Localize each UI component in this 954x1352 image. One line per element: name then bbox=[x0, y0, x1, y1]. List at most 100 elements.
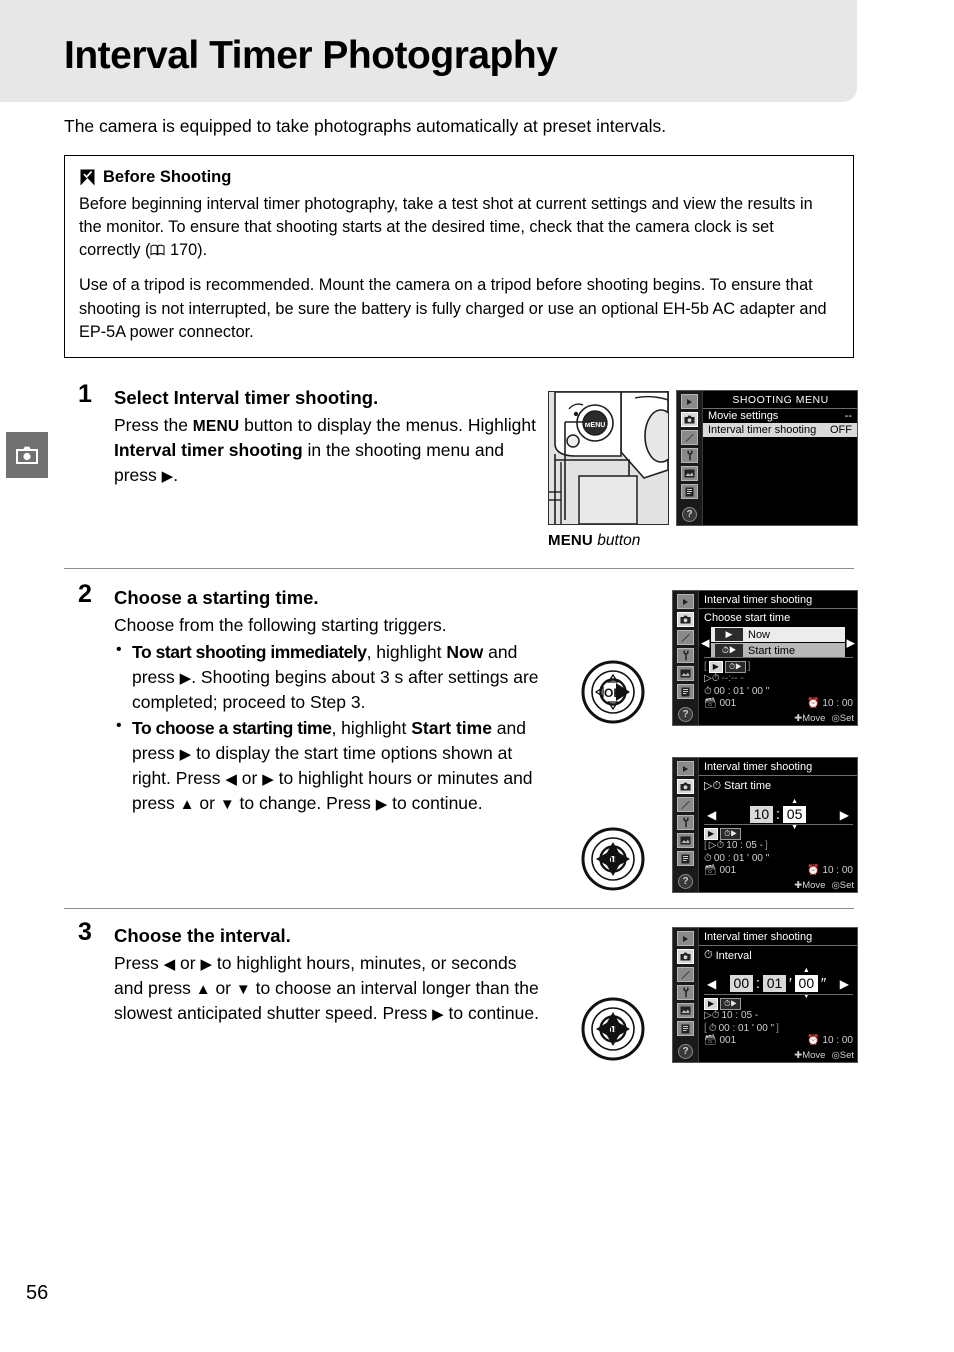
custom-settings-menu-icon[interactable] bbox=[677, 797, 694, 812]
recent-settings-menu-icon[interactable] bbox=[677, 1021, 694, 1036]
lcd2-interval-line: ⏱ 00 : 01 ' 00 " bbox=[704, 686, 853, 698]
lcd2-mode-badges: [ ▶ ⏱▶ ] bbox=[704, 661, 751, 674]
recent-settings-menu-icon[interactable] bbox=[681, 484, 698, 499]
custom-settings-menu-icon[interactable] bbox=[677, 967, 694, 982]
lcd-shooting-menu: ? SHOOTING MENU Movie settings -- Interv… bbox=[676, 390, 858, 526]
playback-menu-icon[interactable] bbox=[677, 594, 694, 609]
play-icon: ▶ bbox=[708, 661, 723, 674]
menu-row-movie-settings[interactable]: Movie settings -- bbox=[703, 409, 857, 423]
frames-icon: 🗃 bbox=[704, 864, 717, 876]
down-arrow-icon: ▼ bbox=[235, 980, 251, 998]
interval-hours-field[interactable]: 00 bbox=[729, 975, 753, 992]
lcd2-status-box: [ ▶ ⏱▶ ] ▷⏱ --:-- - ⏱ 00 : 01 ' 00 " 🗃 001… bbox=[704, 657, 853, 710]
shooting-menu-icon[interactable] bbox=[677, 612, 694, 627]
shooting-menu-icon[interactable] bbox=[677, 779, 694, 794]
recent-settings-menu-icon[interactable] bbox=[677, 851, 694, 866]
playback-menu-icon[interactable] bbox=[677, 761, 694, 776]
bullet-2-condition: To choose a starting time bbox=[132, 718, 332, 739]
custom-settings-menu-icon[interactable] bbox=[681, 430, 698, 445]
camera-illustration: MENU MENU button bbox=[548, 391, 669, 554]
interval-seconds-field[interactable]: ▲ 00 ▼ bbox=[794, 967, 818, 1000]
camera-icon bbox=[15, 445, 39, 465]
right-arrow-icon[interactable]: ▶ bbox=[840, 977, 849, 991]
step-3-text-f: to continue. bbox=[443, 1002, 540, 1023]
step-1-heading-a: Select bbox=[114, 387, 174, 408]
start-time-icon: ▷⏱ bbox=[704, 1010, 720, 1022]
step-3-heading: Choose the interval. bbox=[114, 925, 291, 946]
start-time-minutes-field[interactable]: ▲ 05 ▼ bbox=[783, 798, 807, 831]
retouch-menu-icon[interactable] bbox=[677, 833, 694, 848]
start-time-hours-field[interactable]: 10 bbox=[749, 806, 773, 823]
time-separator: : bbox=[775, 806, 781, 823]
step-divider-1 bbox=[64, 568, 854, 569]
step-2-body: Choose a starting time. Choose from the … bbox=[114, 586, 548, 816]
retouch-menu-icon[interactable] bbox=[681, 466, 698, 481]
left-arrow-icon[interactable]: ◀ bbox=[707, 977, 716, 991]
lcd1-content: SHOOTING MENU Movie settings -- Interval… bbox=[703, 391, 857, 525]
setup-menu-icon[interactable] bbox=[677, 985, 694, 1000]
setup-menu-icon[interactable] bbox=[677, 815, 694, 830]
lcd3-title: Interval timer shooting bbox=[699, 758, 857, 776]
interval-minutes-field[interactable]: 01 bbox=[763, 975, 787, 992]
interval-clock-icon: ⏱ bbox=[704, 685, 712, 697]
setup-menu-icon[interactable] bbox=[681, 448, 698, 463]
lcd3-status-box: ▶ ⏱▶ [▷⏱ 10 : 05 -] ⏱ 00 : 01 ' 00 " 🗃 001… bbox=[704, 824, 853, 877]
clock-play-icon: ⏱▶ bbox=[720, 998, 741, 1011]
lcd4-mode-badges: ▶ ⏱▶ bbox=[704, 998, 853, 1011]
setup-menu-icon[interactable] bbox=[677, 648, 694, 663]
step-2-bullet-2: To choose a starting time, highlight Sta… bbox=[116, 715, 548, 815]
bullet-1-rest-b: . Shooting begins about 3 s after settin… bbox=[132, 666, 539, 712]
lcd2-shots-line: 🗃 001 ⏰ 10 : 00 bbox=[704, 698, 853, 710]
left-arrow-icon[interactable]: ◀ bbox=[707, 808, 716, 822]
shooting-menu-icon[interactable] bbox=[681, 412, 698, 427]
help-question-icon[interactable]: ? bbox=[682, 507, 697, 522]
step-1-bold-option: Interval timer shooting bbox=[114, 440, 303, 461]
lcd2-shots: 🗃 001 bbox=[704, 698, 736, 710]
step-1-text: Press the MENU button to display the men… bbox=[114, 413, 548, 488]
playback-menu-icon[interactable] bbox=[681, 394, 698, 409]
custom-settings-menu-icon[interactable] bbox=[677, 630, 694, 645]
right-arrow-icon[interactable]: ▶ bbox=[840, 808, 849, 822]
multi-selector-right: OK bbox=[574, 653, 652, 731]
interval-clock-icon: ⏱ bbox=[708, 1022, 717, 1034]
step-1-text-a: Press the bbox=[114, 415, 193, 436]
start-time-icon: ▷⏱ bbox=[708, 840, 725, 852]
help-question-icon[interactable]: ? bbox=[678, 874, 693, 889]
callout-paragraph-2: Use of a tripod is recommended. Mount th… bbox=[79, 276, 827, 341]
bullet-2-rest-c: or bbox=[236, 768, 263, 789]
multi-selector-all-directions-2: OK bbox=[574, 990, 652, 1068]
recent-settings-menu-icon[interactable] bbox=[677, 684, 694, 699]
lcd2-clock-value: 10 : 00 bbox=[822, 697, 853, 709]
menu-row-label: Interval timer shooting bbox=[708, 424, 817, 436]
lcd4-subtitle-text: Interval bbox=[715, 949, 752, 962]
clock-icon: ⏰ bbox=[807, 1034, 820, 1046]
right-arrow-icon: ▶ bbox=[200, 956, 212, 974]
playback-menu-icon[interactable] bbox=[677, 931, 694, 946]
step-3-text: Press ◀ or ▶ to highlight hours, minutes… bbox=[114, 951, 548, 1026]
lcd-choose-start-time: ? Interval timer shooting Choose start t… bbox=[672, 590, 858, 726]
option-now[interactable]: ▶ Now bbox=[711, 627, 845, 643]
up-arrow-icon: ▲ bbox=[802, 967, 810, 975]
shooting-menu-icon[interactable] bbox=[677, 949, 694, 964]
help-question-icon[interactable]: ? bbox=[678, 1044, 693, 1059]
lcd4-shots: 🗃 001 bbox=[704, 1035, 736, 1047]
menu-row-label: Movie settings bbox=[708, 410, 779, 422]
retouch-menu-icon[interactable] bbox=[677, 1003, 694, 1018]
lcd4-clock: ⏰ 10 : 00 bbox=[807, 1035, 853, 1047]
lcd4-footer-move: ✚Move bbox=[794, 1050, 826, 1061]
menu-row-interval-timer-shooting[interactable]: Interval timer shooting OFF bbox=[703, 423, 857, 437]
right-arrow-icon: ▶ bbox=[161, 467, 174, 485]
callout-paragraph-1: Before beginning interval timer photogra… bbox=[79, 193, 839, 262]
option-now-label: Now bbox=[748, 628, 771, 641]
lcd2-footer: ✚Move ◎Set bbox=[699, 713, 854, 724]
lcd3-footer-set: ◎Set bbox=[831, 880, 854, 891]
help-question-icon[interactable]: ? bbox=[678, 707, 693, 722]
retouch-menu-icon[interactable] bbox=[677, 666, 694, 681]
step-2-bullet-list: To start shooting immediately, highlight… bbox=[114, 639, 548, 816]
bullet-2-rest-f: to change. Press bbox=[234, 792, 376, 813]
lcd1-menu-sidebar: ? bbox=[677, 391, 703, 525]
lcd2-start-time-value: --:-- - bbox=[721, 673, 744, 685]
lcd4-start-time-value: 10 : 05 - bbox=[721, 1010, 759, 1022]
callout-title-row: Before Shooting bbox=[79, 168, 839, 187]
step-1-heading-b: Interval timer shooting. bbox=[173, 387, 379, 408]
